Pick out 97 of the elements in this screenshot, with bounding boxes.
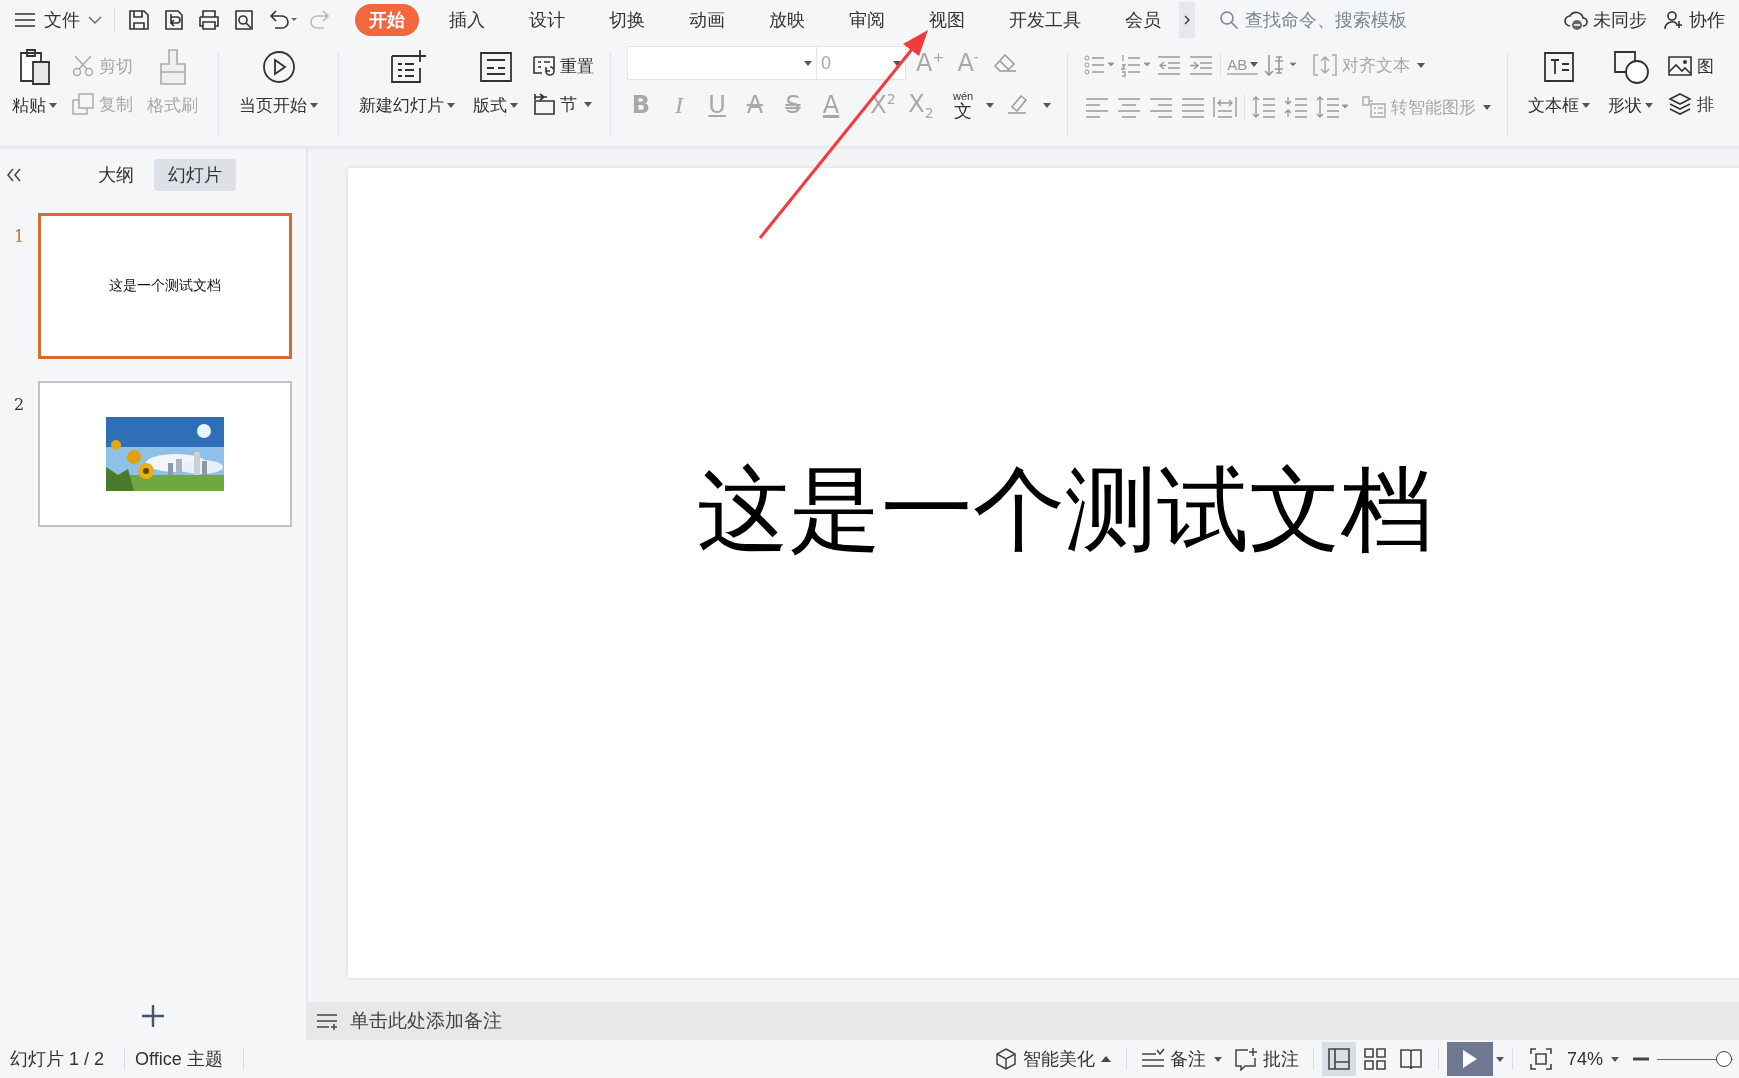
collapse-icon[interactable] [6,168,22,182]
chevron-down-icon [88,15,102,25]
caret-icon [1483,104,1492,110]
slide-number: 1 [12,226,26,246]
comments-button[interactable]: 批注 [1227,1047,1305,1071]
slide-thumbnail[interactable] [38,381,292,527]
play-icon [1461,1049,1478,1069]
ribbon-tab[interactable]: 放映 [755,4,819,36]
normal-view-button[interactable] [1321,1042,1356,1076]
caret-icon [310,103,318,108]
shape-button[interactable]: 形状 [1604,48,1658,117]
slide-number: 2 [12,394,26,414]
menu-icon [14,11,36,29]
file-menu[interactable]: 文件 [14,8,102,32]
new-slide-button[interactable]: 新建幻灯片 [355,48,459,117]
caret-icon [986,102,995,108]
cube-icon [993,1047,1018,1071]
search-field[interactable]: 查找命令、搜索模板 [1219,8,1477,32]
ribbon-tab[interactable]: 动画 [675,4,739,36]
image-icon [1667,54,1694,78]
book-icon [1398,1047,1423,1071]
paste-button[interactable]: 粘贴 [8,48,61,117]
export-icon[interactable] [162,8,186,32]
caret-icon [1582,103,1591,108]
redo-icon[interactable] [308,8,332,32]
layout-button[interactable]: 版式 [469,48,522,117]
ribbon-tab[interactable]: 设计 [515,4,579,36]
cloud-icon [1563,9,1589,31]
save-icon[interactable] [127,8,151,32]
caret-icon [1645,103,1654,108]
print-preview-icon[interactable] [232,8,256,32]
ribbon-tab[interactable]: 开发工具 [995,4,1095,36]
caret-icon [804,60,812,66]
ribbon-tab[interactable]: 插入 [435,4,499,36]
add-user-icon [1663,9,1685,31]
caret-icon [1250,61,1259,67]
thumbnail-title: 这是一个测试文档 [109,277,221,295]
section-icon [532,92,556,116]
undo-icon[interactable] [267,8,297,32]
caret-icon [1417,62,1426,68]
theme-name: Office 主题 [134,1048,224,1071]
print-icon[interactable] [197,8,221,32]
caret-icon [510,103,518,108]
scissors-icon [71,54,95,78]
ribbon-tab[interactable]: 会员 [1111,4,1175,36]
notes-button[interactable]: 备注 [1134,1047,1228,1071]
caret-icon [1043,102,1052,108]
ribbon-tab[interactable]: 视图 [915,4,979,36]
slider-thumb[interactable] [1716,1051,1733,1067]
layers-icon [1667,92,1694,116]
search-icon [1219,10,1239,30]
arrange-button[interactable]: 排 [1667,88,1715,120]
collaborate-button[interactable]: 协作 [1663,8,1725,32]
slide-counter: 幻灯片 1 / 2 [9,1048,106,1071]
caret-icon [1213,1056,1222,1062]
start-slideshow-button[interactable]: 当页开始 [235,48,322,117]
ribbon-tab[interactable]: 切换 [595,4,659,36]
ribbon-tab[interactable]: 审阅 [835,4,899,36]
section-button[interactable]: 节 [532,88,594,120]
grid-icon [1362,1047,1387,1071]
caret-icon [49,103,57,108]
smartart-icon [1361,95,1388,119]
fit-window-icon[interactable] [1528,1047,1553,1071]
reset-icon [532,54,556,78]
notes-icon [1140,1048,1165,1070]
comment-icon [1233,1047,1258,1071]
slide-title[interactable]: 这是一个测试文档 [697,454,1433,565]
add-slide-icon[interactable] [141,1004,165,1028]
align-text-icon [1312,53,1339,77]
caret-icon [893,60,901,66]
panels-icon [1326,1047,1351,1071]
more-tabs-button[interactable] [1179,2,1195,38]
panel-tab[interactable]: 幻灯片 [154,159,236,191]
brush-icon [157,48,188,86]
play-button[interactable] [1446,1042,1493,1076]
new-slide-icon [388,48,426,86]
panel-tab[interactable]: 大纲 [84,159,148,191]
beautify-button[interactable]: 智能美化 [987,1047,1118,1071]
caret-icon [1611,1056,1619,1062]
text-box-button[interactable]: 文本框 [1524,48,1595,117]
reset-button[interactable]: 重置 [532,50,594,82]
add-note-icon [316,1011,340,1031]
copy-icon [71,92,95,116]
notes-field[interactable]: 单击此处添加备注 [348,1009,752,1033]
caret-icon [447,103,455,108]
caret-icon [584,101,592,107]
picture-button[interactable]: 图 [1667,50,1715,82]
slide-thumbnail[interactable]: 这是一个测试文档 [38,213,292,359]
shapes-icon [1611,48,1650,86]
caret-icon [1495,1056,1504,1062]
slide-canvas[interactable]: 这是一个测试文档 [348,168,1739,978]
caret-up-icon [1099,1055,1112,1063]
chevron-right-icon [1183,14,1191,26]
zoom-level-button[interactable]: 74% [1560,1048,1625,1070]
zoom-out-icon[interactable] [1633,1056,1649,1062]
sync-button[interactable]: 未同步 [1563,8,1647,32]
play-icon [260,48,297,86]
